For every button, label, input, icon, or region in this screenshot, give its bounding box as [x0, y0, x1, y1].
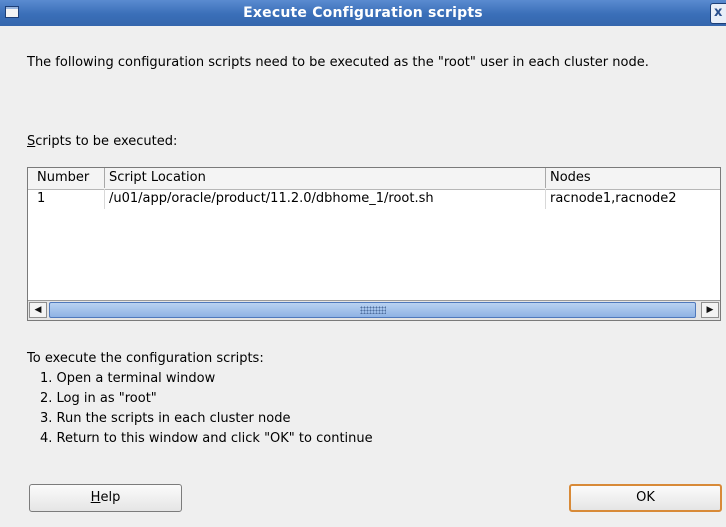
scripts-label: Scripts to be executed: — [27, 134, 177, 149]
intro-text: The following configuration scripts need… — [27, 55, 649, 70]
instructions: To execute the configuration scripts: 1.… — [27, 349, 373, 449]
scroll-right-arrow-icon[interactable]: ▶ — [701, 302, 719, 318]
table-header: Number Script Location Nodes — [28, 168, 720, 190]
help-button[interactable]: Help — [29, 484, 182, 512]
scroll-left-arrow-icon[interactable]: ◀ — [29, 302, 47, 318]
scripts-table[interactable]: Number Script Location Nodes 1 /u01/app/… — [27, 167, 721, 321]
table-row[interactable]: 1 /u01/app/oracle/product/11.2.0/dbhome_… — [28, 189, 720, 209]
instructions-heading: To execute the configuration scripts: — [27, 351, 264, 366]
cell-nodes: racnode1,racnode2 — [550, 191, 677, 206]
help-mnemonic: H — [90, 490, 101, 505]
horizontal-scrollbar[interactable]: ◀ ▶ — [28, 300, 720, 320]
window-title: Execute Configuration scripts — [243, 5, 483, 21]
instruction-step: 2. Log in as "root" — [40, 391, 157, 406]
close-button[interactable]: x — [710, 3, 726, 24]
cell-number: 1 — [33, 189, 105, 209]
scrollbar-thumb[interactable] — [49, 302, 696, 318]
grip-icon — [359, 306, 386, 314]
title-bar[interactable]: Execute Configuration scripts x — [0, 0, 726, 26]
instruction-step: 1. Open a terminal window — [40, 371, 216, 386]
column-header-number[interactable]: Number — [33, 168, 105, 188]
instruction-step: 3. Run the scripts in each cluster node — [40, 411, 291, 426]
column-header-script-location[interactable]: Script Location — [105, 168, 546, 188]
help-label-rest: elp — [100, 490, 121, 505]
instruction-steps: 1. Open a terminal window 2. Log in as "… — [27, 369, 373, 449]
cell-script-location: /u01/app/oracle/product/11.2.0/dbhome_1/… — [105, 189, 546, 209]
scripts-label-rest: cripts to be executed: — [35, 134, 178, 149]
instruction-step: 4. Return to this window and click "OK" … — [40, 431, 373, 446]
ok-button[interactable]: OK — [569, 484, 722, 512]
column-header-nodes[interactable]: Nodes — [546, 168, 722, 188]
